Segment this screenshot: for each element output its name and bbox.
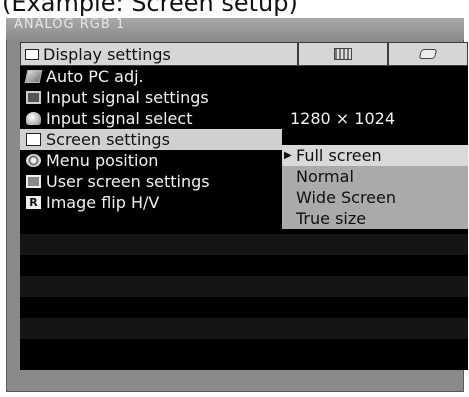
disk-icon	[418, 49, 438, 59]
auto-pc-icon	[24, 70, 43, 83]
menu-item-label: Image flip H/V	[46, 193, 160, 212]
tab-display-settings[interactable]: Display settings	[20, 42, 298, 66]
menu-item-label: Input signal settings	[46, 88, 209, 107]
menu-item-label: User screen settings	[46, 172, 210, 191]
empty-row	[20, 234, 468, 255]
menu-item-label: Screen settings	[46, 130, 170, 149]
menu-item-label: Input signal select	[46, 109, 193, 128]
submenu-option-label: True size	[296, 209, 367, 228]
tab-disk[interactable]	[388, 42, 468, 66]
current-resolution-value: 1280 × 1024	[290, 109, 396, 128]
signal-select-icon	[26, 112, 41, 125]
menu-item-input-signal-select[interactable]: Input signal select	[20, 108, 282, 129]
submenu-option-wide-screen[interactable]: Wide Screen	[282, 187, 468, 208]
menu-item-image-flip[interactable]: R Image flip H/V	[20, 192, 282, 213]
user-screen-icon	[26, 175, 41, 188]
submenu-option-true-size[interactable]: True size	[282, 208, 468, 229]
tab-display-settings-label: Display settings	[43, 44, 171, 64]
menu-row: Input signal select 1280 × 1024	[20, 108, 468, 129]
settings-menu: Auto PC adj. Input signal settings Input…	[20, 66, 468, 370]
menu-item-input-signal-settings[interactable]: Input signal settings	[20, 87, 282, 108]
menu-item-screen-settings[interactable]: Screen settings	[20, 129, 282, 150]
screen-settings-submenu: ▶ Full screen Normal Wide Screen True si…	[282, 145, 468, 229]
submenu-option-normal[interactable]: Normal	[282, 166, 468, 187]
grid-icon	[334, 48, 352, 60]
selection-arrow-icon: ▶	[284, 150, 292, 161]
menu-item-auto-pc-adj[interactable]: Auto PC adj.	[20, 66, 282, 87]
empty-row	[20, 318, 468, 339]
menu-row: Auto PC adj.	[20, 66, 468, 87]
empty-row	[20, 276, 468, 297]
menu-item-menu-position[interactable]: Menu position	[20, 150, 282, 171]
input-signal-icon	[26, 91, 41, 104]
tab-grid[interactable]	[298, 42, 388, 66]
submenu-option-label: Normal	[296, 167, 354, 186]
display-icon	[25, 48, 39, 60]
submenu-option-label: Full screen	[296, 146, 382, 165]
image-flip-icon: R	[26, 196, 41, 209]
menu-item-user-screen-settings[interactable]: User screen settings	[20, 171, 282, 192]
submenu-option-label: Wide Screen	[296, 188, 397, 207]
submenu-option-full-screen[interactable]: ▶ Full screen	[282, 145, 468, 166]
menu-row: Input signal settings	[20, 87, 468, 108]
source-label: ANALOG RGB 1	[14, 17, 126, 32]
menu-position-icon	[26, 154, 41, 167]
menu-item-label: Auto PC adj.	[46, 67, 144, 86]
menu-item-label: Menu position	[46, 151, 159, 170]
screen-icon	[26, 133, 41, 146]
tab-bar: Display settings	[20, 42, 468, 66]
caption: (Example: Screen setup)	[2, 0, 298, 17]
